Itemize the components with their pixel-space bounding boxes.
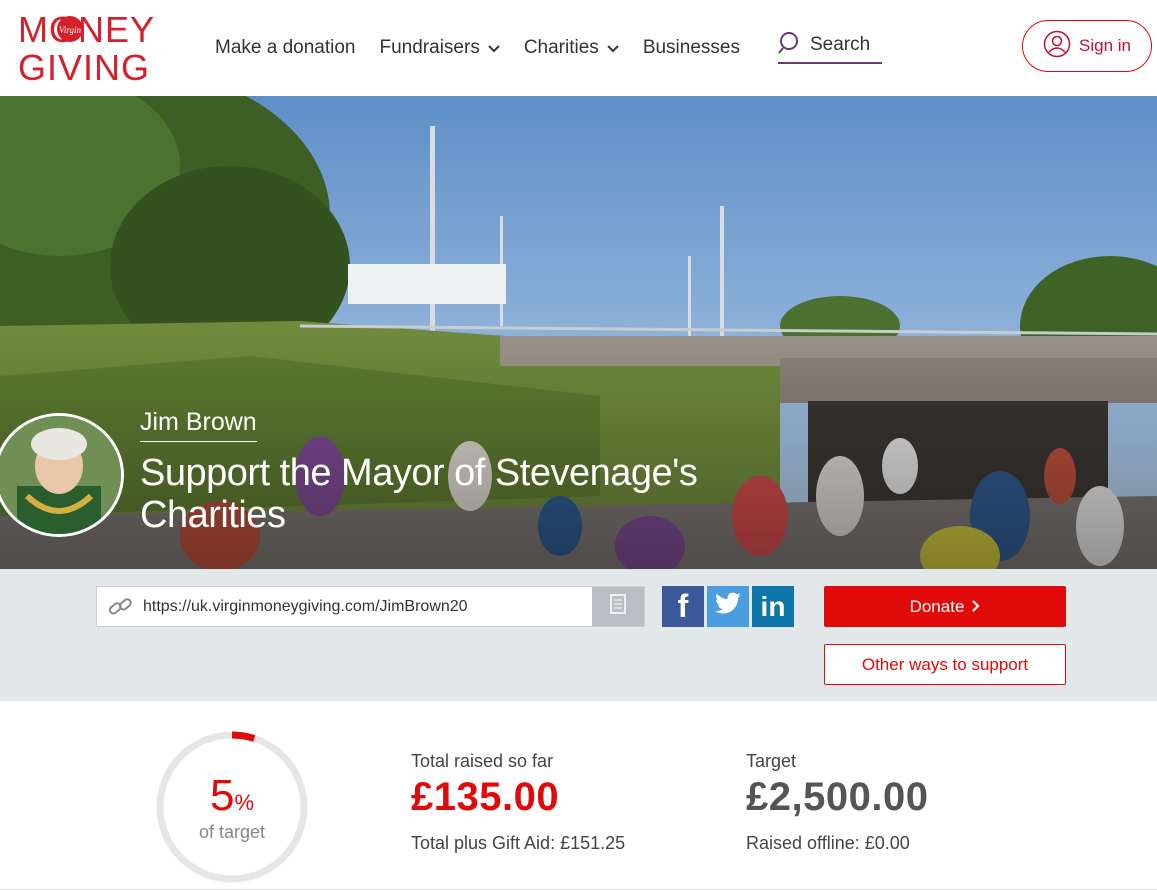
nav-businesses[interactable]: Businesses — [643, 37, 740, 59]
donate-button[interactable]: Donate — [824, 586, 1066, 627]
nav-fundraisers[interactable]: Fundraisers — [380, 37, 500, 59]
fundraiser-avatar — [0, 413, 124, 537]
nav-charities[interactable]: Charities — [524, 37, 619, 59]
sign-in-label: Sign in — [1079, 36, 1131, 55]
nav-make-a-donation[interactable]: Make a donation — [215, 37, 356, 59]
percent-value: 5 — [209, 771, 235, 820]
target-amount: £2,500.00 — [746, 775, 929, 819]
chevron-right-icon — [972, 597, 980, 617]
donate-label: Donate — [909, 596, 965, 616]
page-url-field[interactable]: https://uk.virginmoneygiving.com/JimBrow… — [96, 586, 645, 627]
copy-icon — [610, 594, 626, 619]
user-icon — [1043, 30, 1071, 63]
nav-label: Fundraisers — [379, 37, 480, 58]
nav-label: Charities — [523, 37, 599, 58]
other-ways-to-support-button[interactable]: Other ways to support — [824, 644, 1066, 685]
page-title: Support the Mayor of Stevenage's Chariti… — [140, 452, 698, 536]
raised-label: Total raised so far — [411, 751, 554, 771]
facebook-icon: f — [677, 588, 689, 624]
twitter-share-button[interactable] — [707, 586, 749, 627]
hero-banner: Jim Brown Support the Mayor of Stevenage… — [0, 96, 1157, 569]
search-button[interactable]: Search — [778, 28, 882, 64]
site-header: MONEY Virgin GIVING Make a donation Fund… — [0, 0, 1157, 96]
target-label: Target — [746, 751, 797, 771]
fundraising-stats: 5% of target Total raised so far £135.00… — [0, 701, 1157, 890]
raised-offline: Raised offline: £0.00 — [746, 833, 910, 853]
chevron-down-icon — [488, 37, 500, 59]
sign-in-button[interactable]: Sign in — [1022, 20, 1152, 72]
logo-badge: Virgin — [59, 25, 81, 35]
linkedin-icon: in — [760, 590, 786, 622]
fundraiser-name[interactable]: Jim Brown — [140, 408, 257, 442]
chevron-down-icon — [607, 37, 619, 59]
page-url: https://uk.virginmoneygiving.com/JimBrow… — [143, 598, 468, 615]
copy-url-button[interactable] — [592, 587, 644, 626]
gift-aid-total: Total plus Gift Aid: £151.25 — [411, 833, 626, 853]
link-icon — [107, 595, 133, 624]
nav-label: Businesses — [642, 37, 740, 58]
main-nav: Make a donation Fundraisers Charities Bu… — [215, 0, 764, 96]
search-icon — [778, 31, 802, 60]
percent-symbol: % — [234, 790, 255, 815]
virgin-money-giving-logo[interactable]: MONEY Virgin GIVING — [18, 8, 180, 86]
twitter-bird-icon — [714, 592, 742, 621]
logo-line2: GIVING — [18, 47, 150, 86]
linkedin-share-button[interactable]: in — [752, 586, 794, 627]
logo-line1: MONEY — [18, 9, 155, 50]
facebook-share-button[interactable]: f — [662, 586, 704, 627]
share-bar: https://uk.virginmoneygiving.com/JimBrow… — [0, 569, 1157, 701]
raised-amount: £135.00 — [411, 775, 560, 819]
other-ways-label: Other ways to support — [861, 654, 1029, 674]
percent-caption: of target — [198, 822, 266, 842]
search-label: Search — [810, 34, 871, 55]
nav-label: Make a donation — [215, 37, 356, 58]
percent-of-target: 5% — [154, 771, 310, 821]
